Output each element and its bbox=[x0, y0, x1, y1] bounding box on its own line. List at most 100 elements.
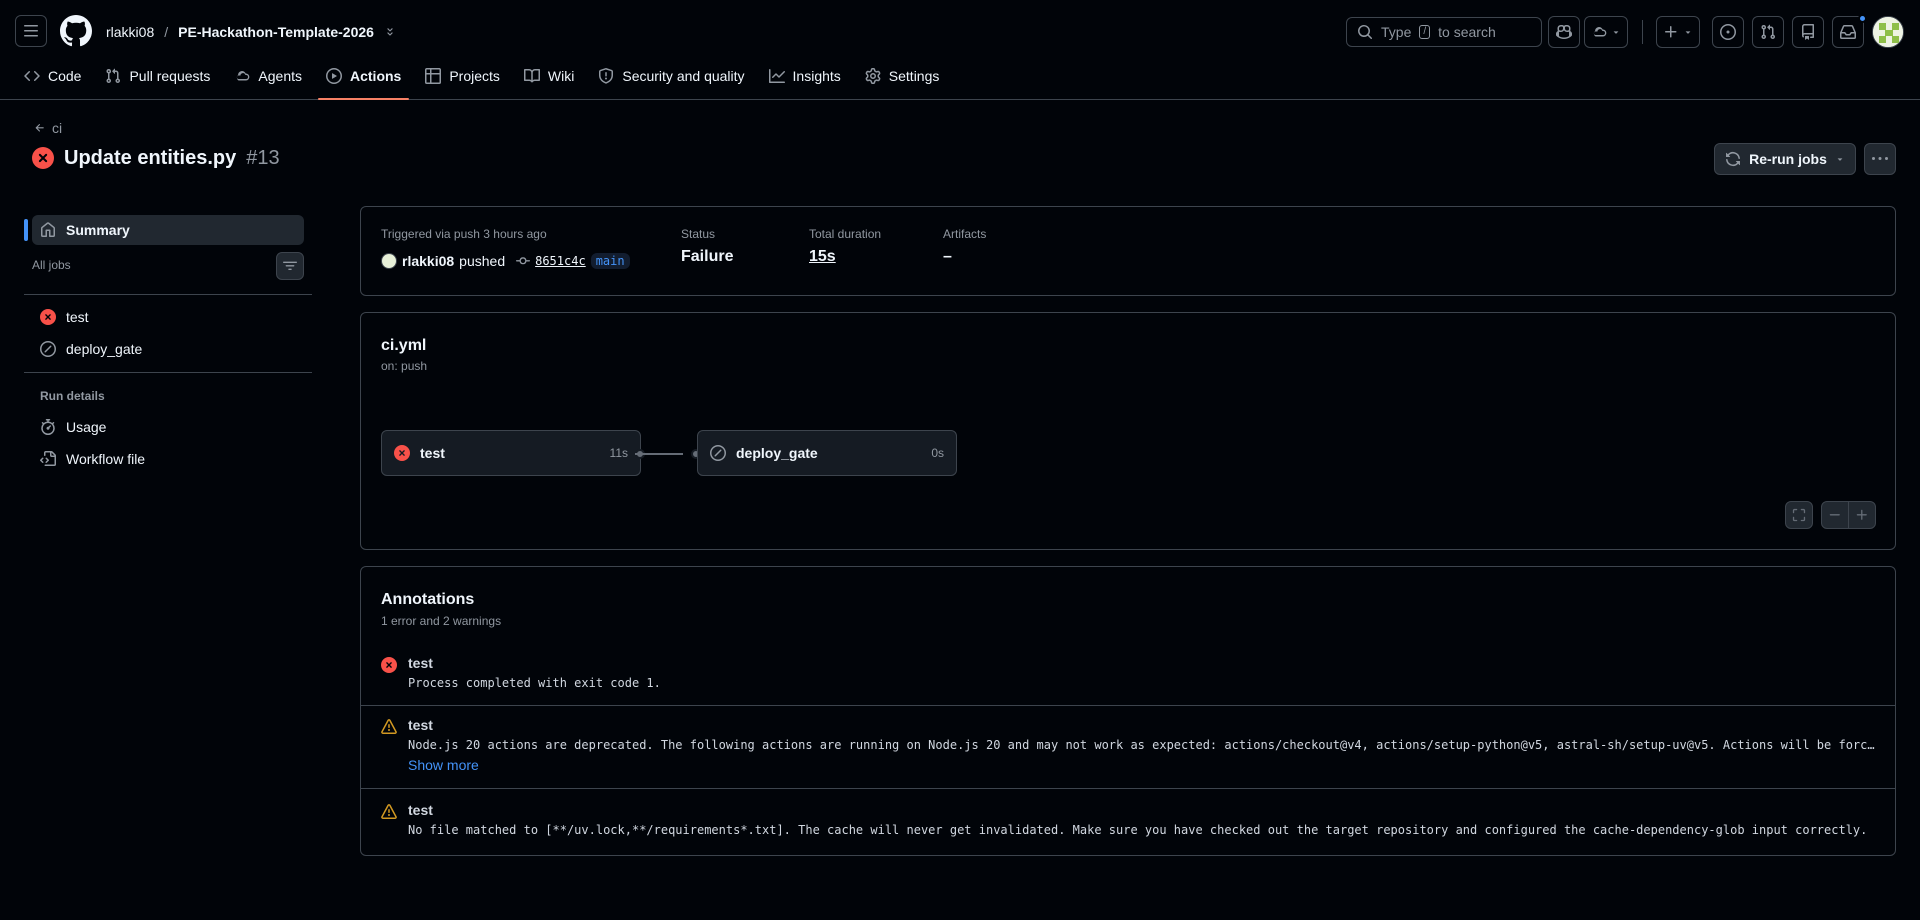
alert-icon bbox=[381, 719, 397, 734]
tab-insights[interactable]: Insights bbox=[761, 60, 849, 92]
more-options-button[interactable] bbox=[1864, 143, 1896, 175]
tab-actions[interactable]: Actions bbox=[318, 60, 410, 100]
repo-nav: Code Pull requests Agents Actions Projec… bbox=[16, 60, 955, 100]
stopwatch-icon bbox=[41, 419, 55, 435]
tab-label: Insights bbox=[792, 68, 841, 84]
sidebar-divider bbox=[24, 372, 312, 373]
owner-link[interactable]: rlakki08 bbox=[106, 24, 154, 40]
copilot-menu-button[interactable] bbox=[1584, 16, 1628, 48]
status-stat: Status Failure bbox=[681, 227, 733, 266]
sidebar-item-workflow-file[interactable]: Workflow file bbox=[40, 449, 145, 469]
tab-projects[interactable]: Projects bbox=[417, 60, 508, 92]
tab-label: Pull requests bbox=[129, 68, 211, 84]
tab-label: Security and quality bbox=[622, 68, 745, 84]
git-pull-request-icon bbox=[1761, 24, 1776, 40]
file-code-icon bbox=[40, 451, 56, 466]
repo-switch-icon[interactable] bbox=[384, 26, 396, 38]
show-more-link[interactable]: Show more bbox=[408, 757, 479, 773]
agent-icon bbox=[237, 71, 250, 81]
search-prefix: Type bbox=[1381, 24, 1412, 40]
plus-icon bbox=[1856, 509, 1867, 520]
issues-button[interactable] bbox=[1712, 16, 1744, 48]
push-info: rlakki08 pushed 8651c4c main bbox=[381, 251, 630, 271]
branch-badge[interactable]: main bbox=[590, 253, 630, 269]
sidebar-job-label: test bbox=[66, 309, 89, 325]
back-to-workflow-link[interactable]: ci bbox=[34, 120, 62, 136]
zoom-out-button[interactable] bbox=[1821, 501, 1849, 529]
annotation-item: test No file matched to [**/uv.lock,**/r… bbox=[361, 788, 1895, 856]
x-circle-fill-icon bbox=[381, 657, 397, 673]
search-icon bbox=[1358, 25, 1373, 40]
tab-agents[interactable]: Agents bbox=[226, 60, 310, 92]
tab-security[interactable]: Security and quality bbox=[590, 60, 752, 92]
tab-settings[interactable]: Settings bbox=[857, 60, 948, 92]
graph-job-test[interactable]: test 11s bbox=[381, 430, 641, 476]
sidebar-item-label: Usage bbox=[66, 419, 107, 435]
user-avatar[interactable] bbox=[1872, 16, 1904, 48]
duration-stat: Total duration 15s bbox=[809, 227, 881, 266]
hamburger-icon bbox=[24, 25, 38, 37]
artifacts-stat: Artifacts – bbox=[943, 227, 986, 266]
create-new-button[interactable] bbox=[1656, 16, 1700, 48]
filter-jobs-button[interactable] bbox=[276, 252, 304, 280]
graph-edge bbox=[635, 453, 683, 455]
commit-sha-link[interactable]: 8651c4c bbox=[535, 254, 586, 268]
tab-label: Agents bbox=[258, 68, 302, 84]
tab-label: Code bbox=[48, 68, 82, 84]
filter-icon bbox=[283, 261, 297, 270]
copilot-button[interactable] bbox=[1548, 16, 1580, 48]
action-text: pushed bbox=[459, 253, 506, 269]
workflow-graph-card: ci.yml on: push test 11s deploy_gate 0s bbox=[360, 312, 1896, 550]
annotation-message: Node.js 20 actions are deprecated. The f… bbox=[408, 738, 1878, 752]
sidebar-item-summary[interactable]: Summary bbox=[24, 215, 304, 245]
code-icon bbox=[24, 70, 40, 82]
global-header: rlakki08 / PE-Hackathon-Template-2026 Ty… bbox=[0, 0, 1920, 100]
x-circle-fill-icon bbox=[40, 309, 56, 325]
alert-icon bbox=[381, 804, 397, 819]
duration-value[interactable]: 15s bbox=[809, 248, 881, 266]
menu-button[interactable] bbox=[15, 15, 47, 47]
plus-icon bbox=[1665, 26, 1677, 38]
skip-icon bbox=[40, 341, 56, 357]
zoom-in-button[interactable] bbox=[1848, 501, 1876, 529]
annotation-item: test Node.js 20 actions are deprecated. … bbox=[361, 705, 1895, 788]
rerun-jobs-button[interactable]: Re-run jobs bbox=[1714, 143, 1856, 175]
header-divider bbox=[1642, 20, 1643, 44]
github-logo-icon[interactable] bbox=[60, 15, 92, 47]
fullscreen-button[interactable] bbox=[1785, 501, 1813, 529]
annotation-message: No file matched to [**/uv.lock,**/requir… bbox=[408, 823, 1868, 837]
chevron-down-icon bbox=[1613, 31, 1619, 34]
shield-icon bbox=[599, 68, 614, 84]
run-summary-card: Triggered via push 3 hours ago rlakki08 … bbox=[360, 206, 1896, 296]
tab-pull-requests[interactable]: Pull requests bbox=[97, 60, 218, 92]
annotation-job-link[interactable]: test bbox=[408, 802, 433, 818]
actor-link[interactable]: rlakki08 bbox=[402, 253, 454, 269]
sidebar-divider bbox=[24, 294, 312, 295]
sidebar-job-deploy-gate[interactable]: deploy_gate bbox=[40, 339, 142, 359]
annotations-title: Annotations bbox=[381, 591, 475, 608]
avatar bbox=[381, 253, 397, 269]
x-circle-fill-icon bbox=[32, 147, 54, 169]
search-input[interactable]: Type / to search bbox=[1346, 17, 1542, 47]
sidebar-job-test[interactable]: test bbox=[40, 307, 89, 327]
chevron-down-icon bbox=[1685, 31, 1691, 34]
dash-icon bbox=[1829, 514, 1840, 516]
graph-icon bbox=[768, 69, 785, 83]
repo-link[interactable]: PE-Hackathon-Template-2026 bbox=[178, 24, 374, 40]
page-title: Update entities.py #13 bbox=[32, 145, 280, 171]
tab-label: Projects bbox=[449, 68, 500, 84]
sidebar-item-label: Workflow file bbox=[66, 451, 146, 467]
annotation-job-link[interactable]: test bbox=[408, 717, 433, 733]
annotation-job-link[interactable]: test bbox=[408, 655, 433, 671]
repositories-button[interactable] bbox=[1792, 16, 1824, 48]
tab-label: Settings bbox=[888, 68, 940, 84]
rerun-label: Re-run jobs bbox=[1749, 151, 1827, 167]
tab-code[interactable]: Code bbox=[16, 60, 89, 92]
tab-wiki[interactable]: Wiki bbox=[516, 60, 582, 92]
sidebar-item-usage[interactable]: Usage bbox=[40, 417, 106, 437]
search-shortcut-key: / bbox=[1419, 25, 1431, 39]
graph-job-deploy-gate[interactable]: deploy_gate 0s bbox=[697, 430, 957, 476]
workflow-file-name[interactable]: ci.yml bbox=[381, 337, 426, 355]
pull-requests-button[interactable] bbox=[1752, 16, 1784, 48]
annotation-message: Process completed with exit code 1. bbox=[408, 676, 661, 690]
